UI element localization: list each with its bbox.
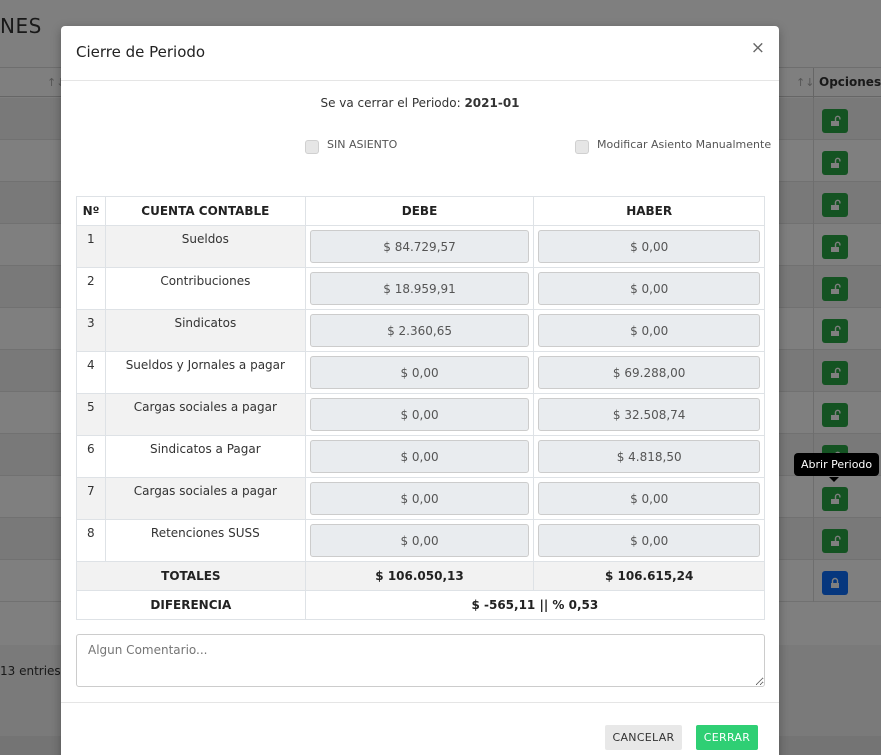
tooltip-arrow (829, 477, 839, 482)
totales-debe: $ 106.050,13 (304, 561, 535, 591)
debe-input[interactable]: $ 0,00 (309, 524, 530, 557)
cancel-button[interactable]: CANCELAR (605, 725, 682, 750)
totales-haber: $ 106.615,24 (533, 561, 765, 591)
haber-input[interactable]: $ 69.288,00 (538, 356, 760, 389)
table-row: 6 Sindicatos a Pagar $ 0,00 $ 4.818,50 (76, 435, 765, 478)
cuenta-name: Retenciones SUSS (104, 519, 306, 562)
haber-input[interactable]: $ 4.818,50 (538, 440, 760, 473)
modal-header: Cierre de Periodo × (61, 26, 779, 81)
row-number: 7 (76, 477, 106, 520)
cuenta-name: Sindicatos a Pagar (104, 435, 306, 478)
column-header-haber: HABER (533, 196, 765, 226)
debe-input[interactable]: $ 18.959,91 (309, 272, 530, 305)
cuenta-name: Cargas sociales a pagar (104, 393, 306, 436)
row-number: 6 (76, 435, 106, 478)
totales-label: TOTALES (76, 561, 306, 591)
haber-input[interactable]: $ 0,00 (538, 524, 760, 557)
cuenta-name: Sindicatos (104, 309, 306, 352)
debe-input[interactable]: $ 2.360,65 (309, 314, 530, 347)
cerrar-button[interactable]: CERRAR (696, 725, 758, 750)
row-number: 5 (76, 393, 106, 436)
cuenta-name: Sueldos y Jornales a pagar (104, 351, 306, 394)
table-row: 5 Cargas sociales a pagar $ 0,00 $ 32.50… (76, 393, 765, 436)
close-icon[interactable]: × (751, 40, 765, 57)
tooltip: Abrir Periodo (794, 453, 880, 476)
haber-input[interactable]: $ 0,00 (538, 314, 760, 347)
table-row: 2 Contribuciones $ 18.959,91 $ 0,00 (76, 267, 765, 310)
checkbox-box[interactable] (305, 140, 319, 154)
checkbox-label: Modificar Asiento Manualmente (597, 138, 772, 151)
debe-input[interactable]: $ 0,00 (309, 482, 530, 515)
table-row: 1 Sueldos $ 84.729,57 $ 0,00 (76, 225, 765, 268)
cuenta-name: Cargas sociales a pagar (104, 477, 306, 520)
totales-row: TOTALES $ 106.050,13 $ 106.615,24 (76, 561, 765, 591)
debe-input[interactable]: $ 84.729,57 (309, 230, 530, 263)
table-row: 4 Sueldos y Jornales a pagar $ 0,00 $ 69… (76, 351, 765, 394)
checkbox-box[interactable] (575, 140, 589, 154)
diferencia-value: $ -565,11 || % 0,53 (304, 590, 766, 620)
debe-input[interactable]: $ 0,00 (309, 440, 530, 473)
periodo-line: Se va cerrar el Periodo: 2021-01 (61, 96, 779, 110)
row-number: 4 (76, 351, 106, 394)
table-row: 7 Cargas sociales a pagar $ 0,00 $ 0,00 (76, 477, 765, 520)
cuenta-name: Sueldos (104, 225, 306, 268)
table-row: 3 Sindicatos $ 2.360,65 $ 0,00 (76, 309, 765, 352)
haber-input[interactable]: $ 0,00 (538, 230, 760, 263)
debe-input[interactable]: $ 0,00 (309, 356, 530, 389)
row-number: 1 (76, 225, 106, 268)
diferencia-label: DIFERENCIA (76, 590, 306, 620)
column-header-debe: DEBE (304, 196, 535, 226)
checkbox-label: SIN ASIENTO (327, 138, 398, 151)
cuenta-name: Contribuciones (104, 267, 306, 310)
diferencia-row: DIFERENCIA $ -565,11 || % 0,53 (76, 590, 766, 620)
debe-input[interactable]: $ 0,00 (309, 398, 530, 431)
column-header-cuenta: CUENTA CONTABLE (104, 196, 306, 226)
haber-input[interactable]: $ 32.508,74 (538, 398, 760, 431)
modificar-asiento-checkbox[interactable]: Modificar Asiento Manualmente (575, 138, 771, 154)
periodo-value: 2021-01 (464, 96, 520, 110)
sin-asiento-checkbox[interactable]: SIN ASIENTO (305, 138, 397, 154)
modal-title: Cierre de Periodo (76, 43, 206, 61)
row-number: 2 (76, 267, 106, 310)
haber-input[interactable]: $ 0,00 (538, 272, 760, 305)
haber-input[interactable]: $ 0,00 (538, 482, 760, 515)
column-header-num: Nº (76, 196, 106, 226)
modal-footer: CANCELAR CERRAR (61, 702, 779, 755)
asiento-table: Nº CUENTA CONTABLE DEBE HABER 1 Sueldos … (76, 196, 766, 620)
comment-textarea[interactable] (76, 634, 765, 687)
row-number: 3 (76, 309, 106, 352)
table-row: 8 Retenciones SUSS $ 0,00 $ 0,00 (76, 519, 765, 562)
cierre-periodo-modal: Cierre de Periodo × Se va cerrar el Peri… (61, 26, 779, 755)
row-number: 8 (76, 519, 106, 562)
periodo-prefix: Se va cerrar el Periodo: (320, 96, 461, 110)
